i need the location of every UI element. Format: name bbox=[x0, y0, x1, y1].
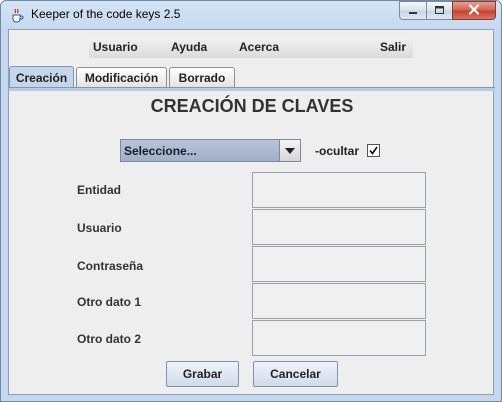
minimize-icon bbox=[408, 2, 418, 20]
entidad-input[interactable] bbox=[252, 172, 426, 208]
java-cup-icon[interactable] bbox=[9, 7, 25, 23]
chevron-down-icon bbox=[284, 142, 296, 160]
select-value: Seleccione... bbox=[124, 144, 197, 158]
usuario-label: Usuario bbox=[77, 221, 122, 235]
tab-strip: Creación Modificación Borrado bbox=[9, 66, 495, 88]
contrasena-label: Contraseña bbox=[77, 259, 144, 273]
menu-bar: Usuario Ayuda Acerca Salir bbox=[89, 36, 413, 58]
main-panel: Usuario Ayuda Acerca Salir Creación Modi… bbox=[8, 29, 495, 395]
otro-dato-1-label: Otro dato 1 bbox=[77, 295, 142, 309]
caption-buttons bbox=[399, 1, 496, 21]
tab-modificacion[interactable]: Modificación bbox=[76, 67, 167, 87]
close-icon bbox=[468, 2, 480, 20]
tab-borrado[interactable]: Borrado bbox=[169, 67, 235, 87]
title-bar[interactable]: Keeper of the code keys 2.5 bbox=[1, 1, 501, 29]
grabar-button[interactable]: Grabar bbox=[166, 361, 239, 387]
checkmark-icon bbox=[369, 142, 378, 160]
tab-creacion[interactable]: Creación bbox=[9, 66, 74, 88]
cancelar-button[interactable]: Cancelar bbox=[253, 361, 338, 387]
ocultar-checkbox[interactable] bbox=[367, 144, 380, 157]
entidad-label: Entidad bbox=[77, 183, 121, 197]
app-window: Keeper of the code keys 2.5 Usuario Ayud… bbox=[0, 0, 502, 402]
contrasena-input[interactable] bbox=[252, 246, 426, 282]
dropdown-button[interactable] bbox=[279, 140, 300, 161]
menu-ayuda[interactable]: Ayuda bbox=[171, 40, 207, 54]
close-button[interactable] bbox=[452, 1, 496, 20]
otro-dato-2-label: Otro dato 2 bbox=[77, 332, 142, 346]
menu-salir[interactable]: Salir bbox=[380, 40, 406, 54]
window-title: Keeper of the code keys 2.5 bbox=[31, 7, 181, 21]
usuario-input[interactable] bbox=[252, 209, 426, 245]
otro-dato-2-input[interactable] bbox=[252, 320, 426, 356]
entity-select[interactable]: Seleccione... bbox=[120, 139, 301, 162]
tab-divider bbox=[9, 87, 495, 91]
menu-usuario[interactable]: Usuario bbox=[93, 40, 138, 54]
maximize-button[interactable] bbox=[426, 1, 452, 20]
menu-acerca[interactable]: Acerca bbox=[239, 40, 279, 54]
minimize-button[interactable] bbox=[399, 1, 426, 20]
otro-dato-1-input[interactable] bbox=[252, 283, 426, 319]
form-heading: CREACIÓN DE CLAVES bbox=[150, 96, 354, 116]
ocultar-label: -ocultar bbox=[315, 144, 360, 158]
maximize-icon bbox=[434, 2, 445, 20]
